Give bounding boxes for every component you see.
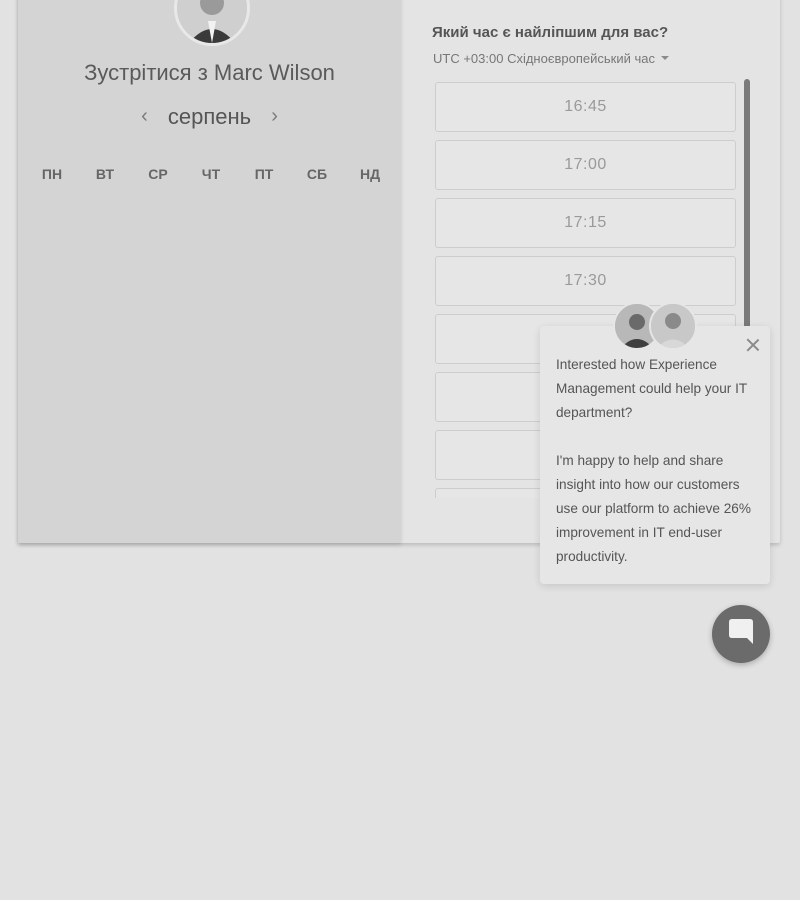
current-month: серпень bbox=[167, 104, 252, 129]
time-slot-button[interactable]: 16:45 bbox=[435, 82, 736, 132]
weekday-label: ВТ bbox=[95, 166, 115, 182]
chat-launcher-button[interactable] bbox=[712, 605, 770, 663]
time-slot-button[interactable]: 17:15 bbox=[435, 198, 736, 248]
chat-message-paragraph: Interested how Experience Management cou… bbox=[556, 357, 747, 420]
weekday-header: ПН ВТ СР ЧТ ПТ СБ НД bbox=[22, 166, 400, 182]
chat-bubble-icon bbox=[729, 619, 753, 644]
agent-avatar bbox=[649, 302, 697, 350]
caret-down-icon bbox=[660, 56, 669, 60]
weekday-label: ПТ bbox=[254, 166, 274, 182]
month-navigation: ‹ серпень › bbox=[18, 104, 401, 130]
weekday-label: НД bbox=[359, 166, 381, 182]
meeting-title: Зустрітися з Marc Wilson bbox=[84, 60, 335, 85]
timezone-select[interactable]: UTC +03:00 Східноєвропейський час bbox=[433, 51, 669, 66]
weekday-label: СБ bbox=[306, 166, 328, 182]
time-slot-button[interactable]: 17:00 bbox=[435, 140, 736, 190]
close-icon[interactable] bbox=[743, 335, 763, 355]
chevron-left-icon[interactable]: ‹ bbox=[141, 105, 148, 128]
chat-message-paragraph: I'm happy to help and share insight into… bbox=[556, 453, 751, 564]
time-slot-button[interactable]: 17:30 bbox=[435, 256, 736, 306]
weekday-label: СР bbox=[148, 166, 168, 182]
chevron-right-icon[interactable]: › bbox=[271, 105, 278, 128]
weekday-label: ПН bbox=[41, 166, 63, 182]
chat-popup-message: Interested how Experience Management cou… bbox=[556, 353, 761, 569]
timezone-label: UTC +03:00 Східноєвропейський час bbox=[433, 51, 655, 66]
weekday-label: ЧТ bbox=[201, 166, 221, 182]
time-prompt: Який час є найліпшим для вас? bbox=[432, 24, 669, 41]
